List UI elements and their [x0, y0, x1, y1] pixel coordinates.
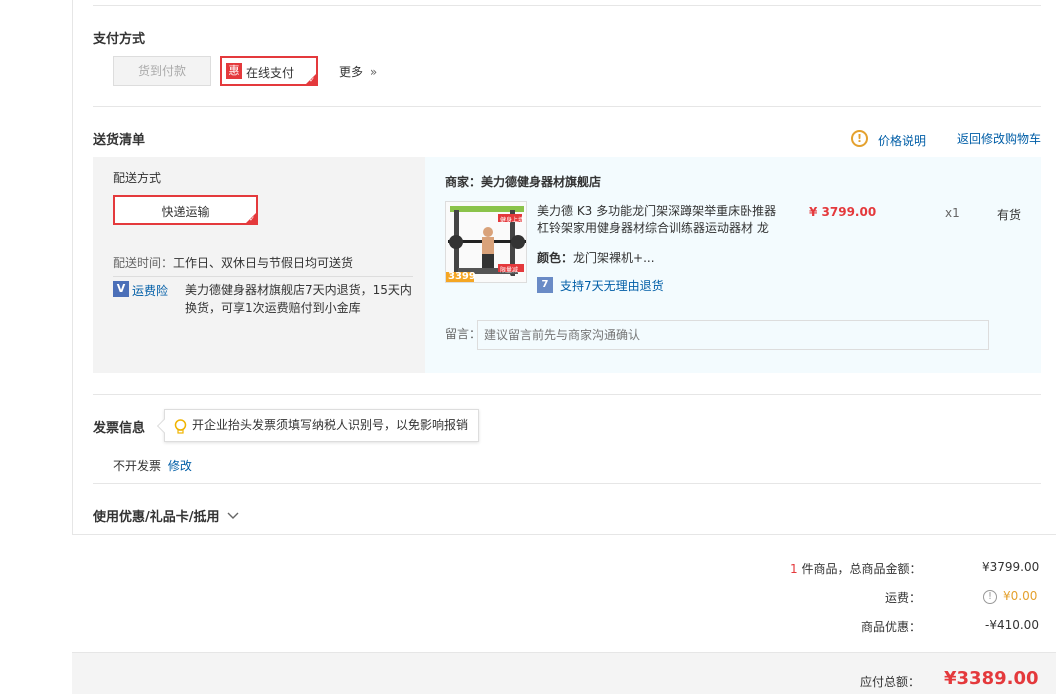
product-stock: 有货 [997, 208, 1022, 222]
back-to-cart-link[interactable]: 返回修改购物车 [957, 130, 1041, 147]
online-payment-button[interactable]: 惠 在线支付 ✓ [220, 56, 318, 86]
return-policy-icon: 7 [537, 277, 553, 293]
delivery-section-title: 送货清单 [93, 133, 146, 148]
image-coupon-tag: 限量减400 [500, 267, 519, 281]
payable-value: ¥3389.00 [944, 668, 1039, 689]
price-info-label: 价格说明 [878, 134, 927, 148]
discount-badge-icon: 惠 [226, 63, 242, 79]
product-color-label: 颜色： [537, 251, 574, 265]
lightbulb-icon [174, 419, 187, 434]
image-price-tag: 3399 [448, 271, 476, 282]
insurance-desc-line1: 美力德健身器材旗舰店7天内退货，15天内 [185, 283, 412, 297]
invoice-status-text: 不开发票 [113, 459, 162, 473]
product-color: 颜色：龙门架裸机+... [537, 249, 655, 266]
invoice-edit-link[interactable]: 修改 [168, 459, 192, 473]
payment-section-title: 支付方式 [93, 32, 146, 47]
product-name-link[interactable]: 美力德 K3 多功能龙门架深蹲架举重床卧推器 杠铃架家用健身器材综合训练器运动器… [537, 203, 782, 237]
more-payment-link[interactable]: 更多 » [339, 63, 377, 80]
return-policy-link[interactable]: 支持7天无理由退货 [560, 277, 664, 294]
shield-icon: V [113, 281, 129, 297]
more-payment-label: 更多 [339, 65, 364, 79]
delivery-time-label: 配送时间： [113, 256, 174, 270]
warning-icon: ! [851, 130, 868, 147]
coupon-toggle[interactable]: 使用优惠/礼品卡/抵用 [93, 506, 239, 525]
shipping-insurance-link[interactable]: 运费险 [132, 282, 168, 299]
top-divider [93, 5, 1041, 6]
invoice-divider [93, 483, 1041, 484]
chevron-down-icon [227, 512, 239, 519]
message-label: 留言： [445, 327, 482, 341]
invoice-tip-text: 开企业抬头发票须填写纳税人识别号，以免影响报销 [192, 418, 469, 432]
insurance-desc-line2: 换货，可享1次运费赔付到小金库 [185, 301, 361, 315]
shipping-divider [113, 276, 413, 277]
shipping-fee-value: ¥0.00 [1003, 589, 1038, 603]
product-price: ¥ 3799.00 [809, 205, 877, 219]
shipping-fee-label: 运费： [885, 591, 922, 605]
message-input[interactable] [477, 320, 989, 350]
shop-name: 商家：美力德健身器材旗舰店 [445, 175, 602, 189]
payment-divider [93, 106, 1041, 107]
product-image[interactable]: 3399 健身上墙 限量减400 [445, 201, 527, 283]
payable-label: 应付总额： [860, 675, 921, 689]
item-count: 1 [790, 562, 798, 576]
product-name-line2: 杠铃架家用健身器材综合训练器运动器材 龙 [537, 221, 769, 235]
discount-label: 商品优惠： [861, 620, 922, 634]
product-name-line1: 美力德 K3 多功能龙门架深蹲架举重床卧推器 [537, 204, 777, 218]
invoice-section-title: 发票信息 [93, 421, 146, 436]
discount-value: -¥410.00 [985, 618, 1039, 632]
goods-total-value: ¥3799.00 [982, 560, 1040, 574]
product-quantity: x1 [945, 206, 960, 220]
delivery-time: 配送时间：工作日、双休日与节假日均可送货 [113, 254, 353, 271]
express-shipping-label: 快递运输 [161, 205, 210, 219]
invoice-status: 不开发票 修改 [113, 457, 192, 474]
product-color-value: 龙门架裸机+... [573, 251, 655, 265]
goods-total-label: 件商品，总商品金额： [801, 562, 922, 576]
double-chevron-right-icon: » [369, 65, 378, 79]
check-icon: ✓ [309, 76, 315, 84]
coupon-section-title: 使用优惠/礼品卡/抵用 [93, 510, 220, 525]
delivery-time-value: 工作日、双休日与节假日均可送货 [173, 256, 354, 270]
image-promo-tag: 健身上墙 [500, 217, 525, 224]
cod-payment-button[interactable]: 货到付款 [113, 56, 211, 86]
goods-count-row: 1 件商品，总商品金额： [790, 560, 921, 577]
online-payment-label: 在线支付 [246, 66, 295, 80]
check-icon: ✓ [249, 215, 255, 223]
shipping-method-title: 配送方式 [113, 171, 162, 185]
express-shipping-button[interactable]: 快递运输 ✓ [113, 195, 258, 225]
invoice-tip: 开企业抬头发票须填写纳税人识别号，以免影响报销 [156, 409, 479, 442]
info-icon[interactable]: ! [983, 590, 997, 604]
insurance-description: 美力德健身器材旗舰店7天内退货，15天内 换货，可享1次运费赔付到小金库 [185, 281, 412, 317]
delivery-divider [93, 394, 1041, 395]
